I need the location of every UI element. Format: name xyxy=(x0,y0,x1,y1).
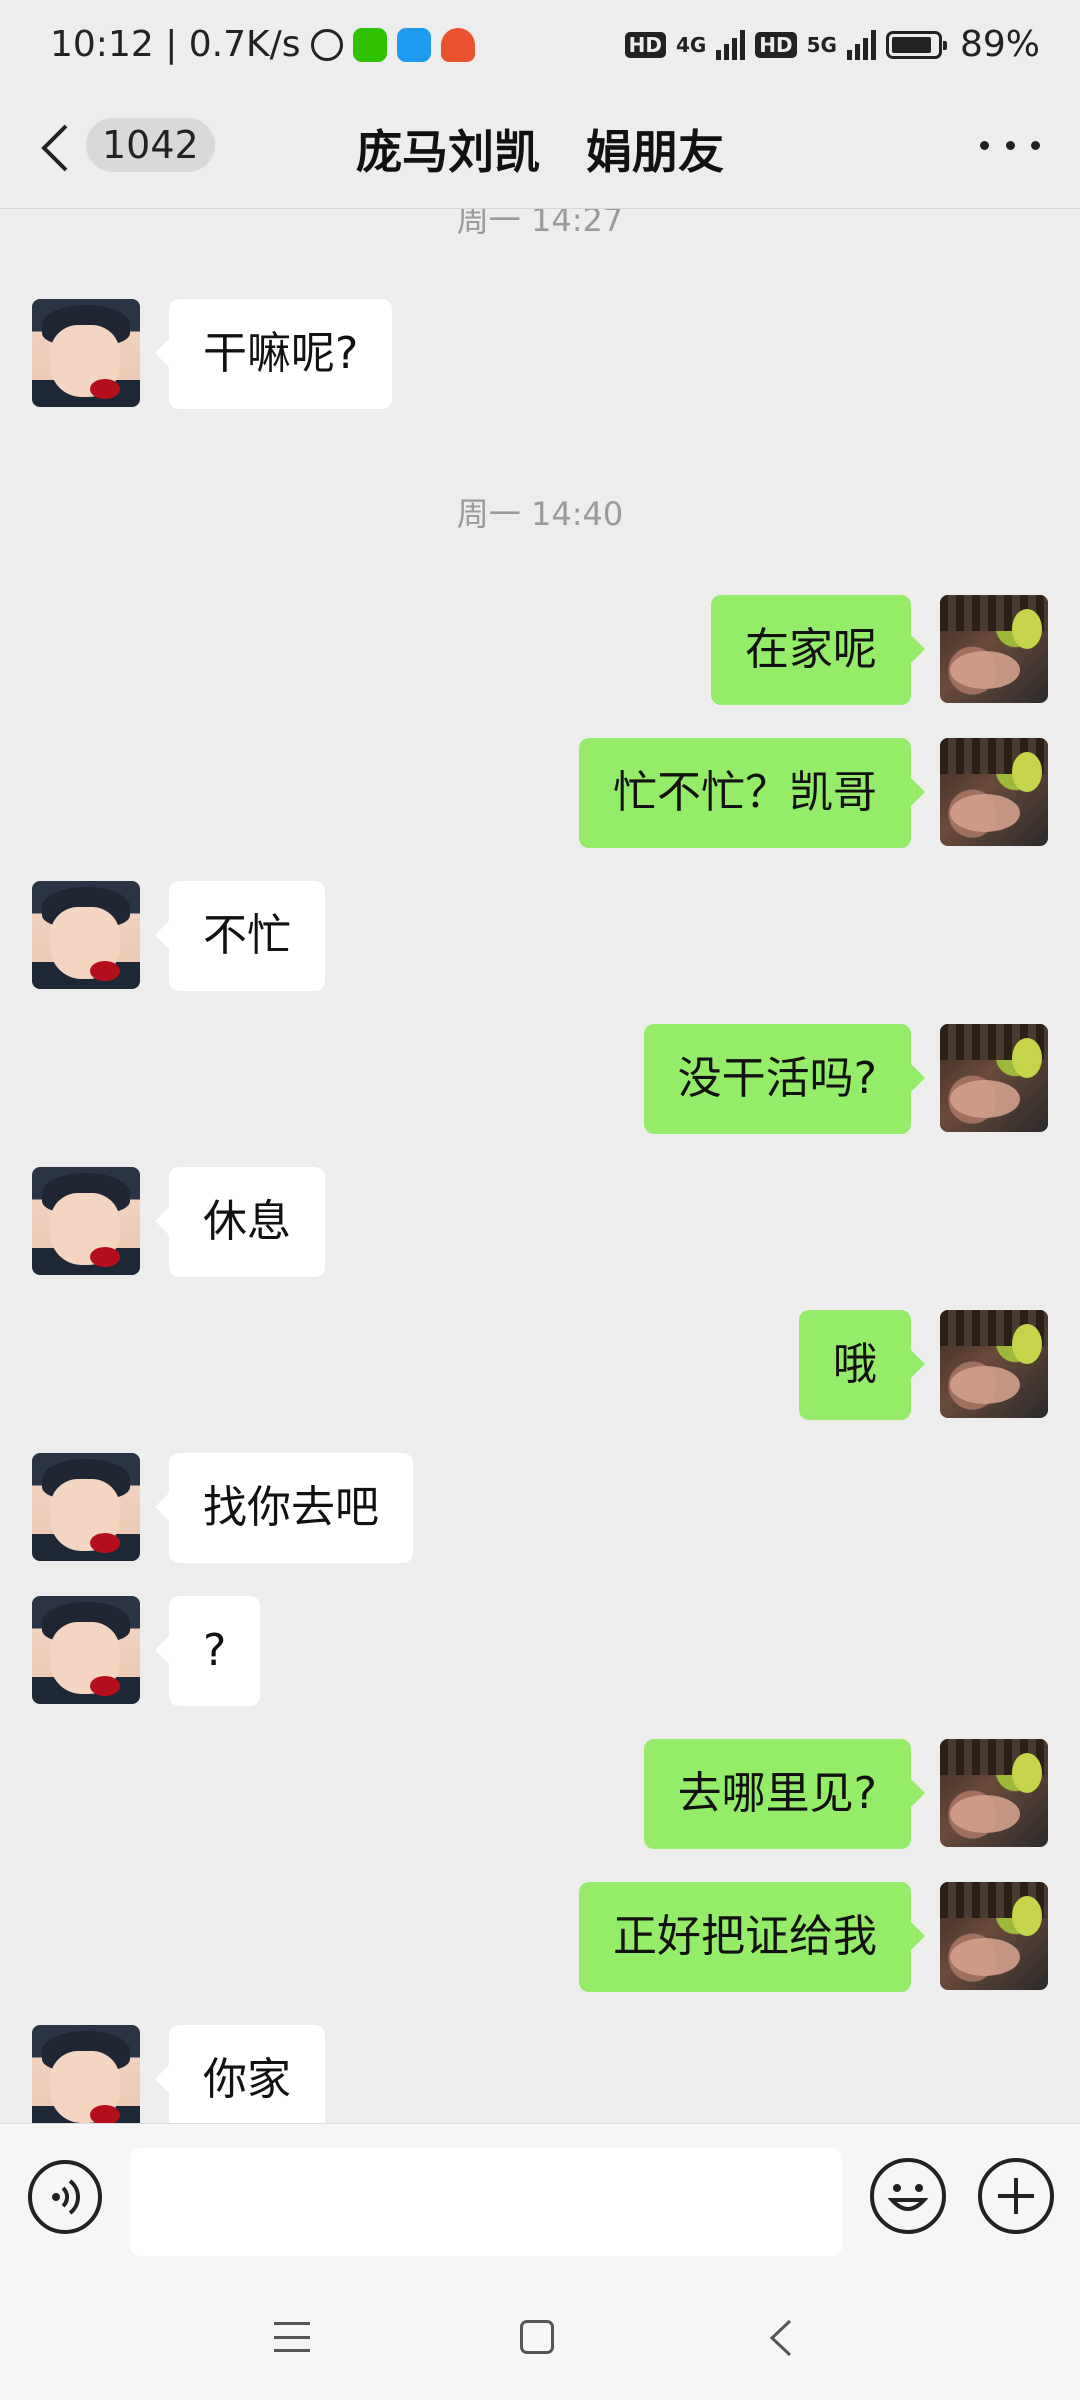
self-avatar[interactable] xyxy=(940,1882,1048,1990)
signal-icon xyxy=(846,29,876,60)
network-type: 4G xyxy=(675,32,707,57)
received-message[interactable]: 不忙 xyxy=(155,881,325,991)
contact-avatar[interactable] xyxy=(32,2025,140,2123)
smiley-icon xyxy=(887,2184,929,2211)
contact-avatar[interactable] xyxy=(32,1167,140,1275)
message-list[interactable]: 周一 14:27 干嘛呢? 周一 14:40 在家呢 忙不忙？凯哥 不忙 没干活… xyxy=(0,209,1080,2123)
self-avatar[interactable] xyxy=(940,1024,1048,1132)
more-options-button[interactable] xyxy=(980,130,1040,160)
more-actions-button[interactable] xyxy=(978,2158,1054,2234)
dot-icon xyxy=(980,140,989,150)
sent-message[interactable]: 忙不忙？凯哥 xyxy=(579,738,925,848)
signal-icon xyxy=(716,29,746,60)
menu-icon[interactable] xyxy=(274,2322,310,2352)
contact-avatar[interactable] xyxy=(32,881,140,989)
dot-icon xyxy=(1031,140,1040,150)
hd-badge: HD xyxy=(624,31,666,58)
alarm-icon xyxy=(310,28,343,61)
received-message[interactable]: 干嘛呢? xyxy=(154,299,393,409)
voice-input-button[interactable] xyxy=(28,2160,102,2234)
battery-icon xyxy=(885,30,947,59)
hd-badge: HD xyxy=(755,31,797,58)
app-icon xyxy=(396,27,431,62)
network-type: 5G xyxy=(806,32,837,57)
home-icon[interactable] xyxy=(520,2320,554,2354)
contact-avatar[interactable] xyxy=(32,1596,140,1704)
plus-icon xyxy=(998,2178,1034,2214)
received-message[interactable]: 休息 xyxy=(155,1167,325,1277)
app-icon xyxy=(440,27,475,62)
status-bar: 10:12 | 0.7K/s HD 4G HD 5G 89% xyxy=(0,0,1080,90)
input-bar xyxy=(0,2123,1080,2279)
timestamp: 周一 14:40 xyxy=(456,495,624,533)
sent-message[interactable]: 在家呢 xyxy=(711,595,925,705)
system-nav-bar xyxy=(0,2278,1080,2400)
contact-avatar[interactable] xyxy=(32,1453,140,1561)
chat-title: 庞马刘凯 娟朋友 xyxy=(356,125,724,179)
back-icon[interactable] xyxy=(766,2318,794,2358)
message-input[interactable] xyxy=(130,2148,842,2256)
self-avatar[interactable] xyxy=(940,1739,1048,1847)
dot-icon xyxy=(1005,140,1015,150)
sent-message[interactable]: 哦 xyxy=(799,1310,925,1420)
received-message[interactable]: 你家 xyxy=(155,2025,325,2123)
self-avatar[interactable] xyxy=(940,1310,1048,1418)
sent-message[interactable]: 去哪里见? xyxy=(643,1739,926,1849)
wechat-icon xyxy=(352,27,387,62)
self-avatar[interactable] xyxy=(940,595,1048,703)
contact-avatar[interactable] xyxy=(32,299,140,407)
timestamp: 周一 14:27 xyxy=(456,209,624,239)
self-avatar[interactable] xyxy=(940,738,1048,846)
voice-icon xyxy=(52,2179,80,2215)
chat-header: 1042 庞马刘凯 娟朋友 xyxy=(0,90,1080,209)
status-time-speed: 10:12 | 0.7K/s xyxy=(50,24,301,65)
sent-message[interactable]: 正好把证给我 xyxy=(579,1882,925,1992)
received-message[interactable]: 找你去吧 xyxy=(155,1453,413,1563)
sent-message[interactable]: 没干活吗? xyxy=(643,1024,926,1134)
received-message[interactable]: ? xyxy=(154,1596,261,1706)
battery-percent: 89% xyxy=(959,24,1040,65)
emoji-button[interactable] xyxy=(870,2158,946,2234)
